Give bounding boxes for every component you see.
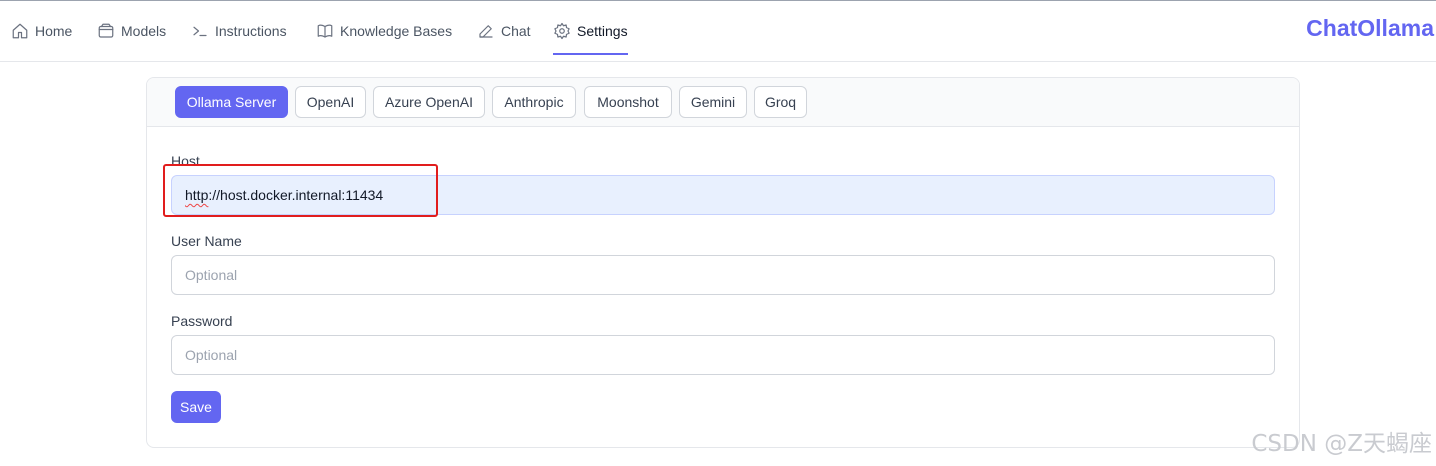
username-label: User Name (171, 233, 242, 249)
host-input[interactable]: http://host.docker.internal:11434 (171, 175, 1275, 215)
watermark: CSDN @Z天蝎座 (1251, 431, 1432, 457)
password-input[interactable]: Optional (171, 335, 1275, 375)
nav-settings[interactable]: Settings (553, 1, 628, 61)
username-placeholder: Optional (185, 267, 238, 283)
nav-instructions[interactable]: Instructions (191, 1, 287, 61)
box-icon (98, 23, 114, 38)
nav-settings-label: Settings (577, 23, 628, 39)
top-nav: Home Models Instructions Knowledge Bases… (0, 1, 1436, 62)
gear-icon (554, 22, 570, 40)
tab-azure-openai[interactable]: Azure OpenAI (373, 86, 485, 118)
brand-logo[interactable]: ChatOllama (1306, 15, 1434, 42)
nav-instructions-label: Instructions (215, 23, 287, 39)
nav-home[interactable]: Home (11, 1, 72, 61)
tab-anthropic[interactable]: Anthropic (492, 86, 576, 118)
nav-chat[interactable]: Chat (477, 1, 531, 61)
nav-models[interactable]: Models (97, 1, 166, 61)
provider-tabs: Ollama Server OpenAI Azure OpenAI Anthro… (147, 78, 1299, 127)
settings-card: Ollama Server OpenAI Azure OpenAI Anthro… (146, 77, 1300, 448)
save-button[interactable]: Save (171, 391, 221, 423)
username-input[interactable]: Optional (171, 255, 1275, 295)
book-icon (317, 24, 333, 38)
terminal-icon (193, 26, 207, 37)
edit-icon (479, 25, 493, 38)
nav-models-label: Models (121, 23, 167, 39)
nav-home-label: Home (35, 23, 73, 39)
nav-knowledge-bases-label: Knowledge Bases (340, 23, 453, 39)
password-label: Password (171, 313, 233, 329)
nav-knowledge-bases[interactable]: Knowledge Bases (316, 1, 452, 61)
host-value-scheme: http (185, 187, 209, 203)
password-placeholder: Optional (185, 347, 238, 363)
nav-chat-label: Chat (501, 23, 531, 39)
tab-openai[interactable]: OpenAI (295, 86, 366, 118)
home-icon (12, 23, 28, 39)
host-value-rest: ://host.docker.internal:11434 (208, 187, 384, 203)
tab-moonshot[interactable]: Moonshot (584, 86, 672, 118)
tab-groq[interactable]: Groq (754, 86, 807, 118)
tab-gemini[interactable]: Gemini (679, 86, 747, 118)
host-label: Host (171, 153, 200, 169)
tab-ollama-server[interactable]: Ollama Server (175, 86, 288, 118)
